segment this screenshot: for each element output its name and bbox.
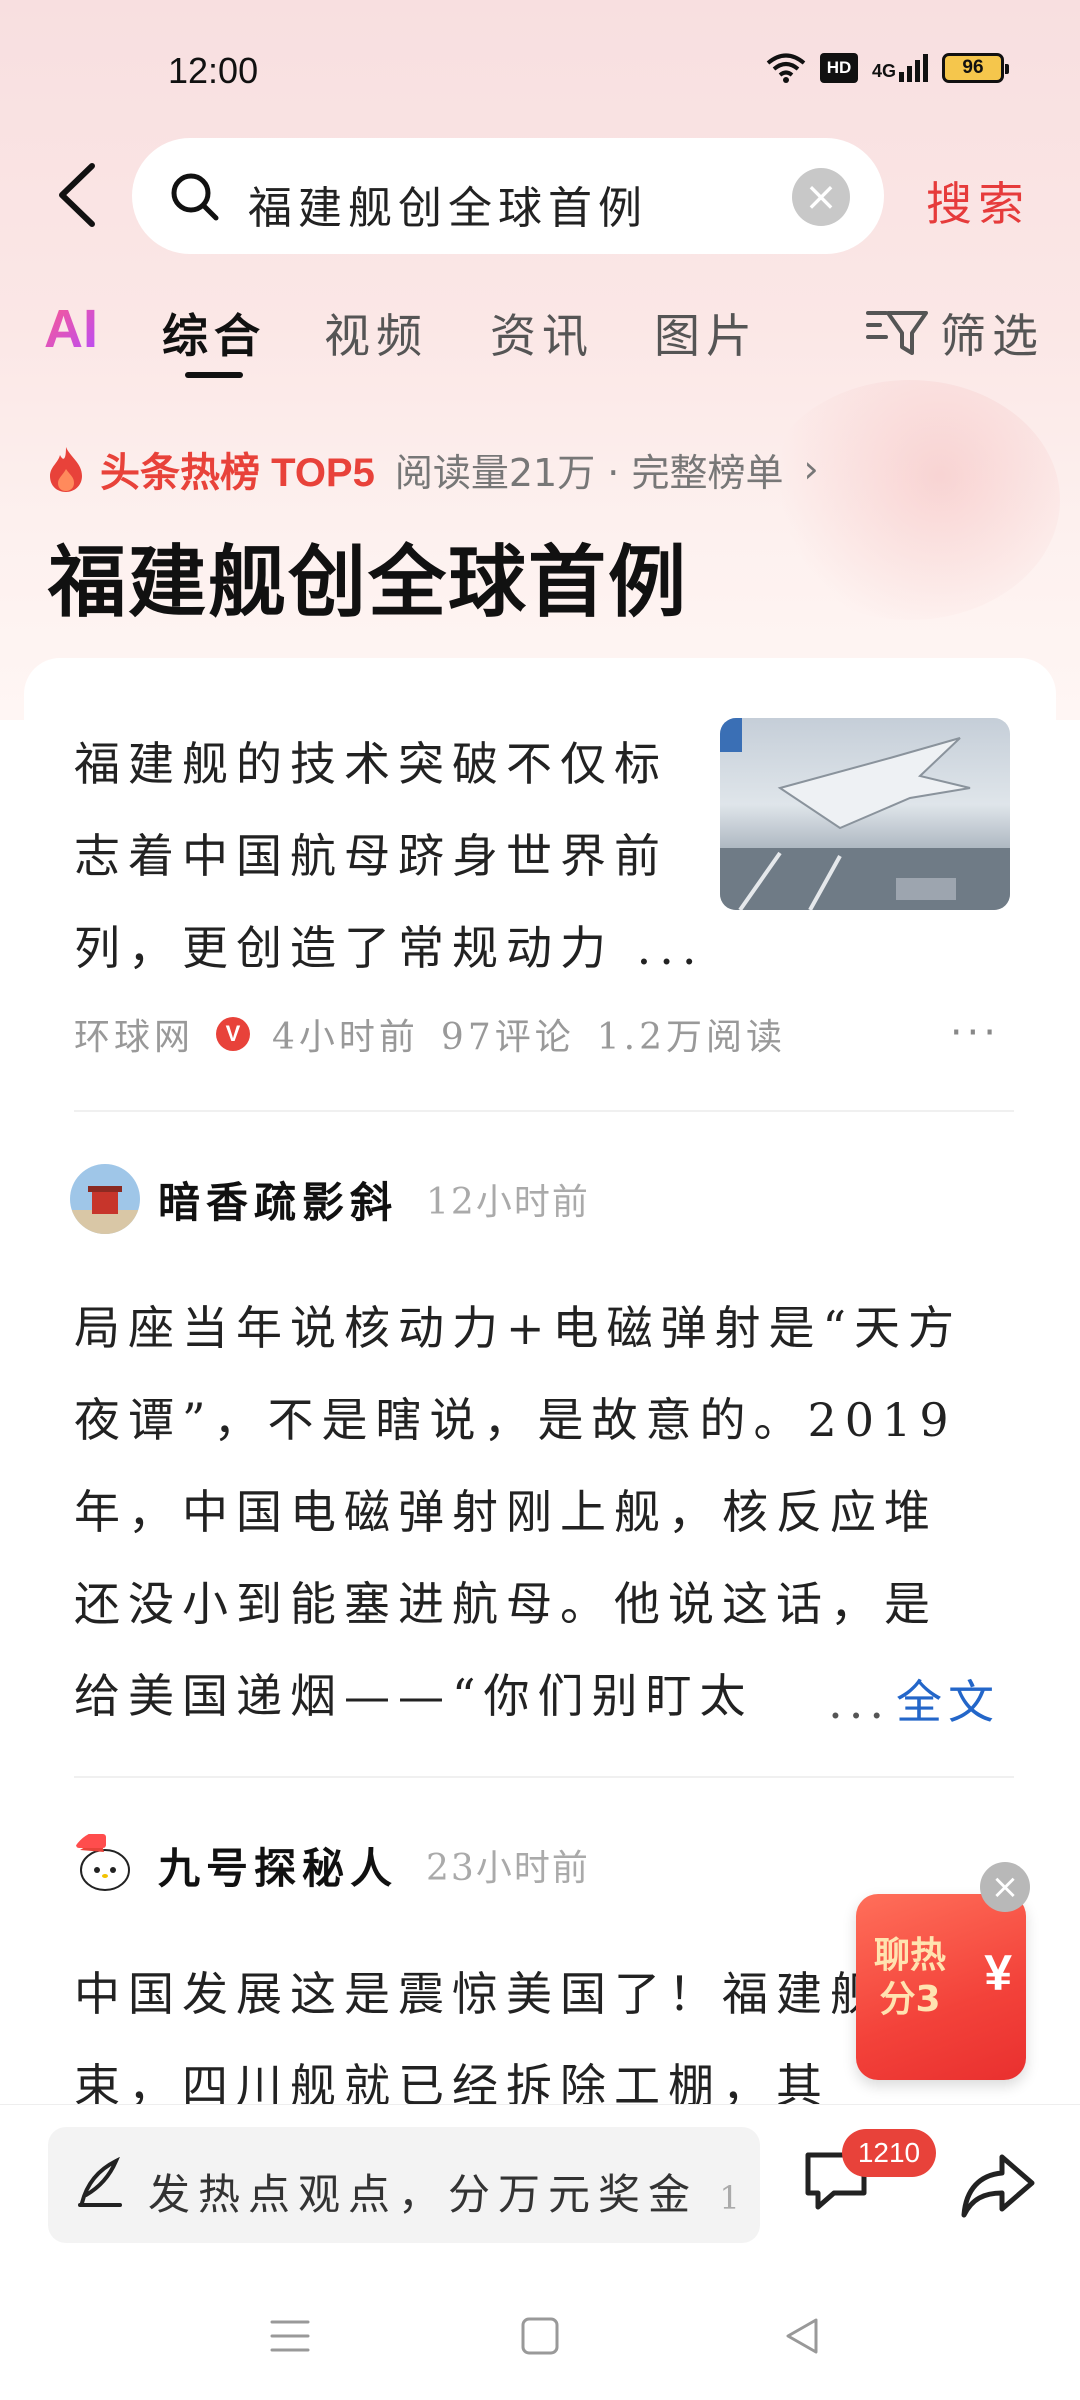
placeholder-text: 发热点观点，分万元奖金 xyxy=(148,2170,699,2219)
hot-list-link[interactable]: 头条热榜 TOP5 阅读量21万 · 完整榜单 › xyxy=(46,440,819,498)
placeholder-tail: 1. xyxy=(719,2179,738,2217)
promo-text: 聊热分3 xyxy=(873,1935,946,2020)
comment-count-badge: 1210 xyxy=(842,2129,936,2177)
hd-icon: HD xyxy=(819,53,858,83)
tab-video[interactable]: 视频 xyxy=(324,300,428,366)
share-icon[interactable] xyxy=(958,2145,1038,2225)
hot-list-meta: 阅读量21万 · 完整榜单 xyxy=(394,450,784,495)
post-time: 12小时前 xyxy=(426,1182,590,1223)
tab-comprehensive[interactable]: 综合 xyxy=(162,300,266,366)
article-comments: 97评论 xyxy=(440,1017,575,1058)
post-username[interactable]: 九号探秘人 xyxy=(158,1835,398,1896)
search-input[interactable]: 福建舰创全球首例 × xyxy=(132,138,884,254)
comment-bar: 发热点观点，分万元奖金 1. 1210 xyxy=(0,2104,1080,2274)
signal-icon: 4G xyxy=(872,54,928,82)
decorative-flame-graphic xyxy=(760,380,1060,620)
filter-label: 筛选 xyxy=(940,309,1044,363)
active-tab-indicator xyxy=(185,372,243,378)
verified-icon: V xyxy=(216,1017,251,1051)
flame-icon xyxy=(50,447,82,492)
tab-images[interactable]: 图片 xyxy=(654,300,758,366)
filter-button[interactable]: 筛选 xyxy=(866,300,1044,366)
page-title: 福建舰创全球首例 xyxy=(48,538,689,628)
comment-placeholder: 发热点观点，分万元奖金 1. xyxy=(148,2161,738,2222)
article-thumbnail[interactable] xyxy=(720,718,1010,910)
article-time: 4小时前 xyxy=(272,1017,419,1058)
battery-icon: 96 xyxy=(942,53,1009,83)
back-arrow-icon[interactable] xyxy=(50,160,110,230)
article-reads: 1.2万阅读 xyxy=(596,1017,786,1058)
search-icon xyxy=(171,173,219,221)
full-text-label: 全文 xyxy=(896,1675,1000,1729)
back-icon[interactable] xyxy=(780,2314,824,2358)
close-icon[interactable]: × xyxy=(980,1862,1030,1912)
system-nav-bar xyxy=(0,2274,1080,2400)
hot-list-badge: 头条热榜 TOP5 xyxy=(100,451,375,495)
article-meta: 环球网 V 4小时前 97评论 1.2万阅读 xyxy=(74,1008,786,1060)
ai-tab[interactable]: AI xyxy=(44,298,98,360)
avatar[interactable] xyxy=(70,1164,140,1234)
post-username[interactable]: 暗香疏影斜 xyxy=(158,1169,398,1230)
search-button[interactable]: 搜索 xyxy=(926,168,1030,234)
filter-icon xyxy=(866,311,928,355)
status-time: 12:00 xyxy=(168,50,259,91)
yen-icon: ¥ xyxy=(984,1945,1012,2001)
comment-input[interactable]: 发热点观点，分万元奖金 1. xyxy=(48,2127,760,2243)
chevron-right-icon: › xyxy=(803,447,819,491)
post-header: 暗香疏影斜 12小时前 xyxy=(70,1164,590,1234)
avatar[interactable] xyxy=(70,1830,140,1900)
more-options-icon[interactable]: ··· xyxy=(950,1010,1000,1056)
fighter-jet-image xyxy=(720,718,1010,910)
menu-icon[interactable] xyxy=(268,2314,312,2358)
results-card: 福建舰的技术突破不仅标志着中国航母跻身世界前列，更创造了常规动力 ... 环球网… xyxy=(24,658,1056,2108)
post-time: 23小时前 xyxy=(426,1848,590,1889)
divider xyxy=(74,1776,1014,1778)
clear-icon[interactable]: × xyxy=(792,168,850,226)
red-packet-promo[interactable]: 聊热分3 ¥ xyxy=(856,1894,1026,2080)
tab-news[interactable]: 资讯 xyxy=(490,300,594,366)
result-tabs: AI 综合 视频 资讯 图片 筛选 xyxy=(44,290,1044,380)
wifi-icon xyxy=(766,53,806,83)
network-label: 4G xyxy=(871,61,896,81)
pen-icon xyxy=(78,2157,122,2207)
battery-level: 96 xyxy=(962,57,984,78)
status-icons: HD 4G 96 xyxy=(766,52,1009,84)
article-source[interactable]: 环球网 xyxy=(74,1008,194,1060)
divider xyxy=(74,1110,1014,1112)
ellipsis: ... xyxy=(828,1675,890,1729)
article-title[interactable]: 福建舰的技术突破不仅标志着中国航母跻身世界前列，更创造了常规动力 ... xyxy=(74,718,714,994)
status-bar: 12:00 HD 4G 96 xyxy=(0,0,1080,140)
full-text-link[interactable]: ... 全文 xyxy=(828,1666,1000,1732)
home-icon[interactable] xyxy=(518,2314,562,2358)
post-header: 九号探秘人 23小时前 xyxy=(70,1830,590,1900)
search-query: 福建舰创全球首例 xyxy=(248,183,648,234)
